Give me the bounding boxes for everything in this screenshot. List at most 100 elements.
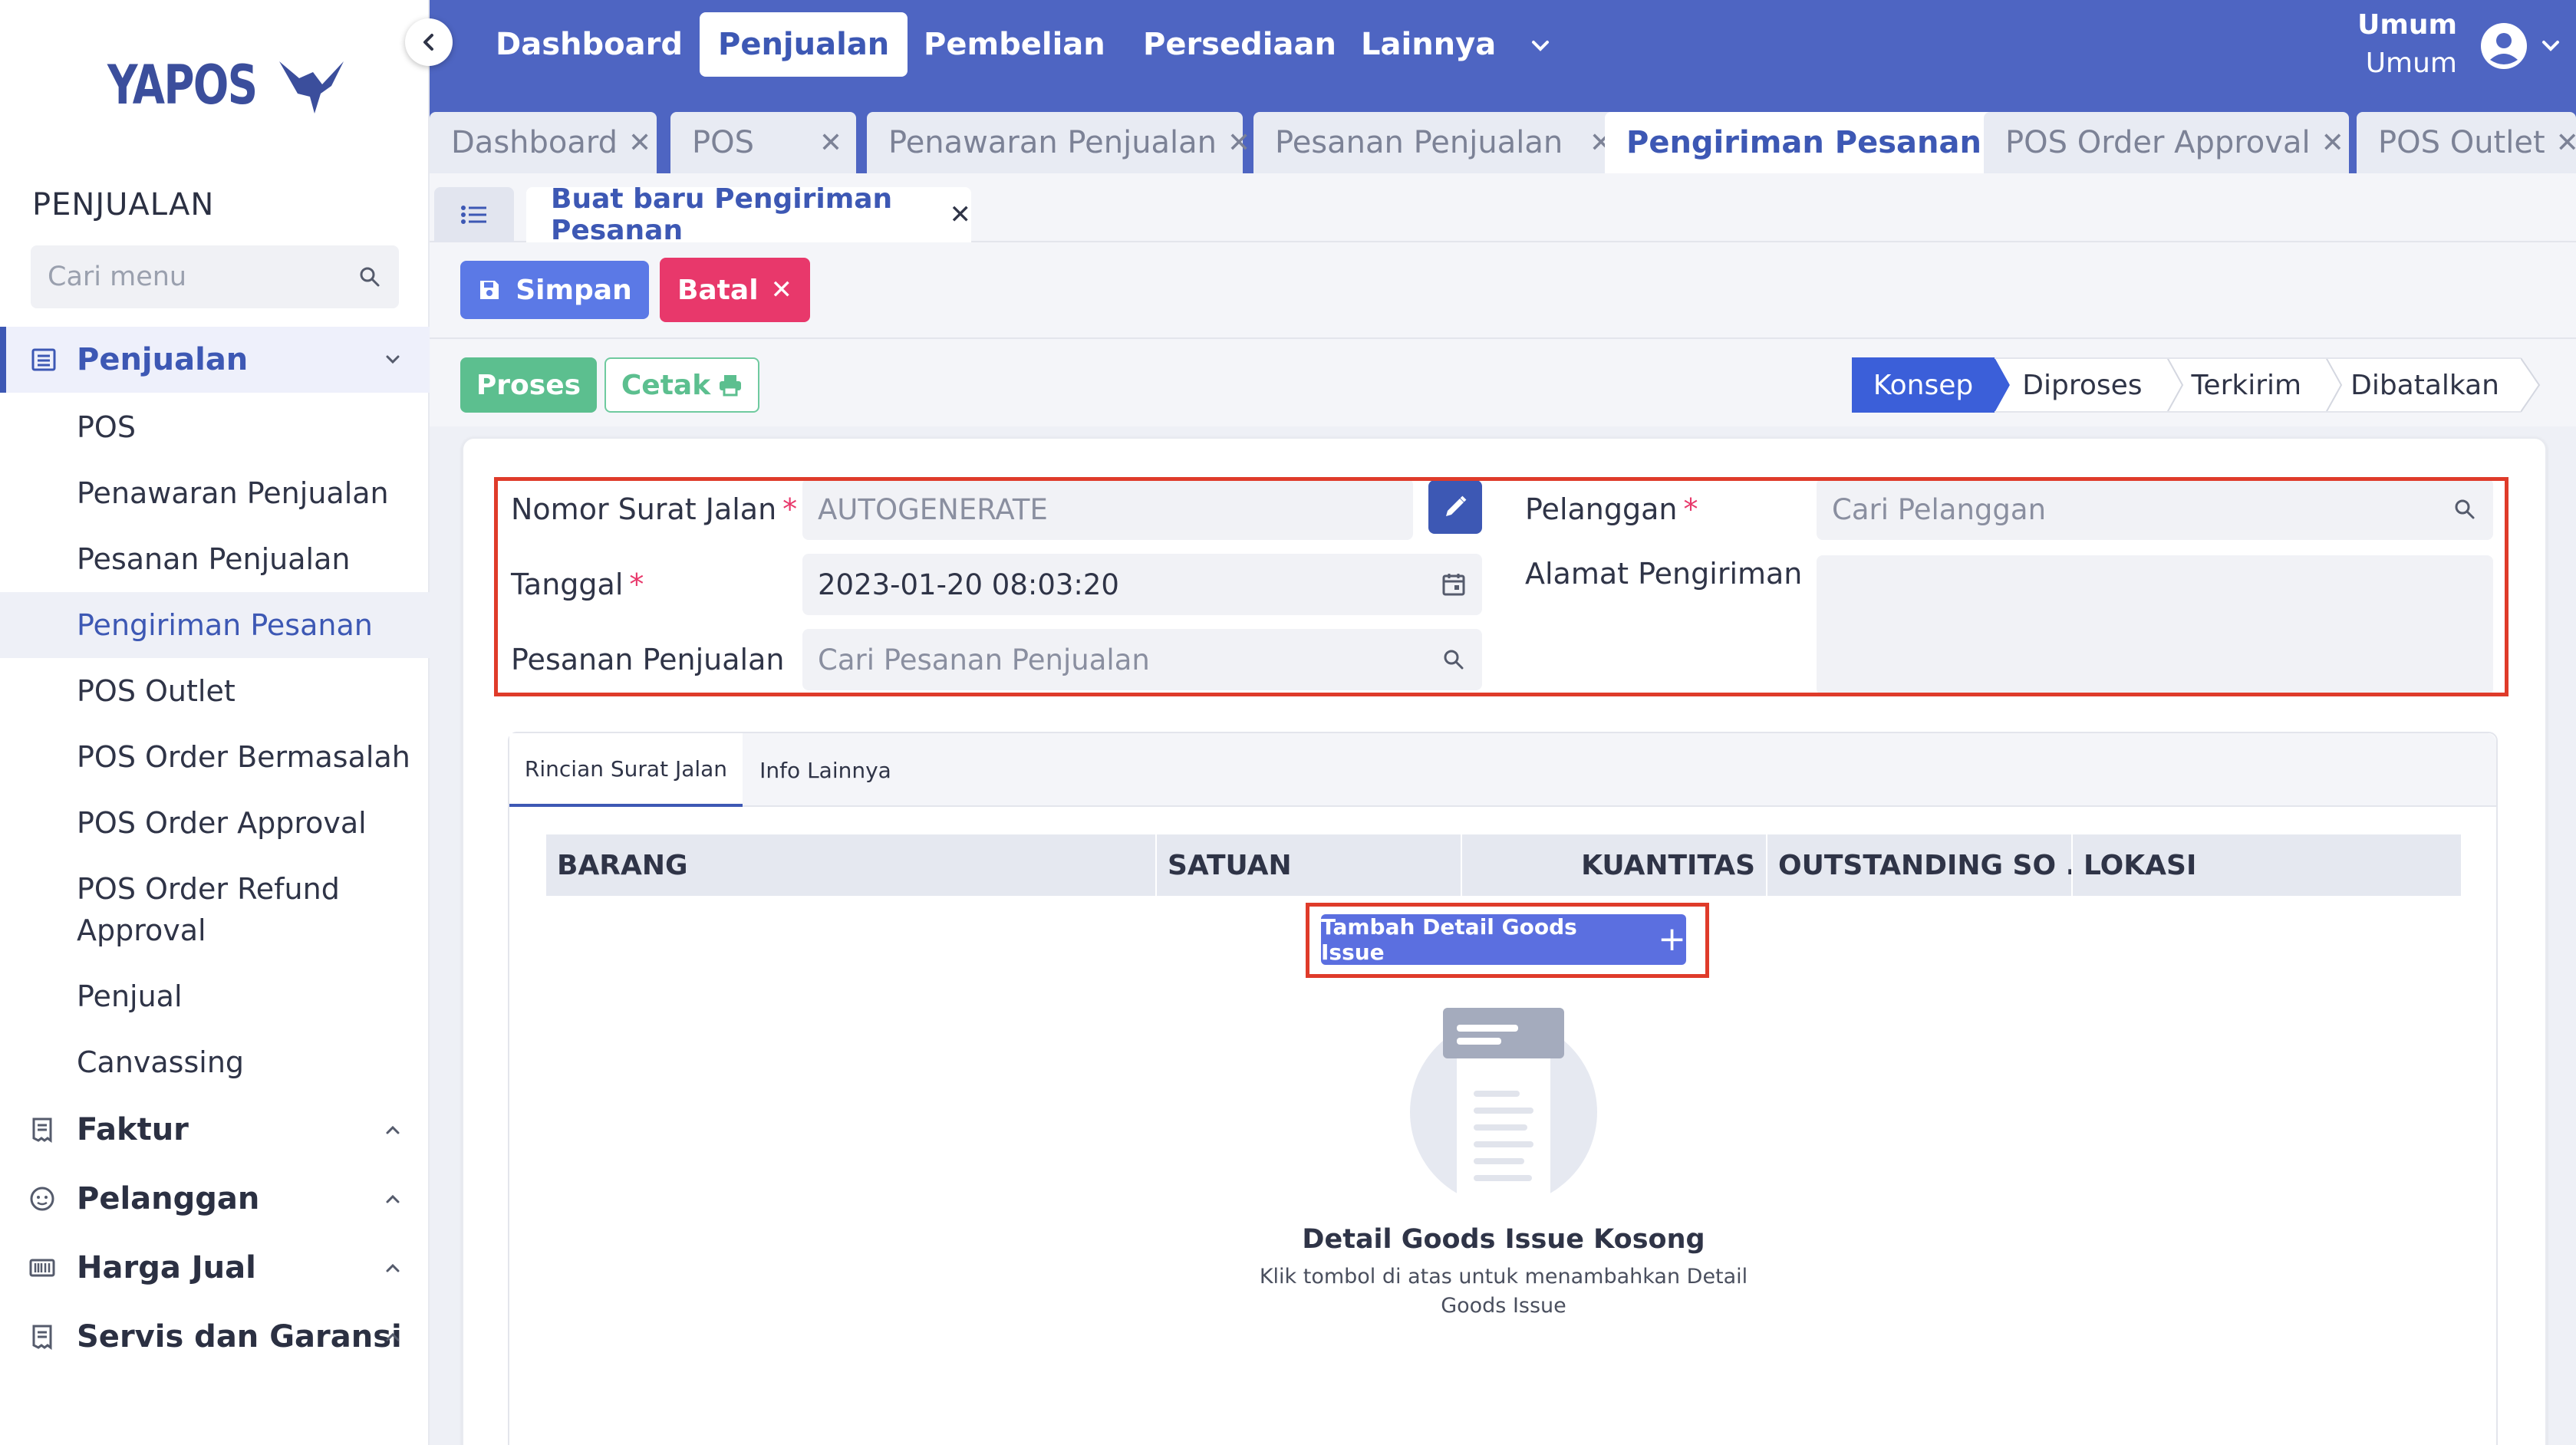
tanggal-field[interactable]: 2023-01-20 08:03:20 <box>802 554 1482 615</box>
edit-number-button[interactable] <box>1428 480 1482 534</box>
status-step-terkirim: Terkirim <box>2191 357 2324 413</box>
close-icon[interactable]: ✕ <box>1227 127 1250 159</box>
pelanggan-placeholder: Cari Pelanggan <box>1832 492 2047 526</box>
tab-pos-outlet[interactable]: POS Outlet ✕ <box>2357 112 2576 173</box>
calendar-icon[interactable] <box>1441 571 1467 597</box>
column-header-satuan: SATUAN <box>1157 834 1462 896</box>
alamat-pengiriman-textarea[interactable] <box>1817 555 2493 695</box>
topnav-dashboard[interactable]: Dashboard <box>477 12 701 77</box>
sidebar-item-penawaran-penjualan[interactable]: Penawaran Penjualan <box>0 472 430 514</box>
collapse-sidebar-button[interactable] <box>405 18 453 66</box>
empty-state-description: Klik tombol di atas untuk menambahkan De… <box>1259 1265 1748 1318</box>
sidebar-group-servis-dan-garansi[interactable]: Servis dan Garansi <box>0 1304 430 1370</box>
pesanan-penjualan-label: Pesanan Penjualan <box>511 643 785 676</box>
page-tab-strip: Dashboard ✕ POS ✕ Penawaran Penjualan ✕ … <box>430 92 2576 173</box>
nomor-surat-jalan-field[interactable]: AUTOGENERATE <box>802 479 1413 540</box>
sidebar-item-pos-order-bermasalah[interactable]: POS Order Bermasalah <box>0 736 430 778</box>
search-icon[interactable] <box>2452 496 2478 522</box>
yapos-logo[interactable]: YAPOS <box>107 54 347 117</box>
chevron-down-icon[interactable] <box>1527 32 1554 60</box>
close-icon[interactable]: ✕ <box>2321 127 2344 159</box>
add-detail-goods-issue-button[interactable]: Tambah Detail Goods Issue + <box>1321 914 1686 965</box>
detail-tabs: Rincian Surat Jalan Info Lainnya <box>509 733 2496 807</box>
sidebar-item-pos-outlet[interactable]: POS Outlet <box>0 670 430 712</box>
tab-rincian-surat-jalan[interactable]: Rincian Surat Jalan <box>509 733 743 807</box>
chevron-down-icon[interactable] <box>2538 32 2564 58</box>
save-button[interactable]: Simpan <box>460 261 649 319</box>
document-tab[interactable]: Buat baru Pengiriman Pesanan ✕ <box>526 183 972 246</box>
chevron-left-icon <box>423 34 433 51</box>
sidebar-item-penjual[interactable]: Penjual <box>0 976 430 1017</box>
chevron-up-icon <box>386 1332 400 1341</box>
column-header-lokasi: LOKASI <box>2084 849 2197 881</box>
tab-penawaran-penjualan[interactable]: Penawaran Penjualan ✕ <box>867 112 1250 173</box>
close-icon: ✕ <box>770 275 793 305</box>
topnav-pembelian[interactable]: Pembelian <box>905 12 1124 77</box>
print-button[interactable]: Cetak <box>604 357 759 413</box>
process-button[interactable]: Proses <box>460 357 597 413</box>
pencil-icon <box>1446 495 1467 516</box>
face-icon <box>30 1187 54 1211</box>
user-role[interactable]: Umum <box>2366 44 2457 83</box>
close-icon[interactable]: ✕ <box>2556 127 2576 159</box>
topnav-persediaan[interactable]: Persediaan <box>1125 12 1355 77</box>
plus-icon: + <box>1658 920 1686 959</box>
close-icon[interactable]: ✕ <box>950 199 972 230</box>
sidebar-group-pelanggan[interactable]: Pelanggan <box>0 1166 430 1232</box>
list-view-button[interactable] <box>434 187 514 242</box>
tab-label: Dashboard <box>451 125 618 160</box>
tab-pos[interactable]: POS ✕ <box>670 112 856 173</box>
avatar-icon[interactable] <box>2479 21 2528 71</box>
pelanggan-search-field[interactable]: Cari Pelanggan <box>1817 479 2493 540</box>
cancel-button[interactable]: Batal ✕ <box>660 258 810 322</box>
sidebar-group-harga-jual[interactable]: Harga Jual <box>0 1235 430 1301</box>
sidebar-item-pesanan-penjualan[interactable]: Pesanan Penjualan <box>0 538 430 580</box>
tab-label: Pengiriman Pesanan <box>1626 125 1981 160</box>
close-icon[interactable]: ✕ <box>819 127 842 159</box>
pesanan-penjualan-search-field[interactable]: Cari Pesanan Penjualan <box>802 629 1482 690</box>
status-step-diproses: Diproses <box>2022 357 2164 413</box>
sidebar-item-canvassing[interactable]: Canvassing <box>0 1042 430 1083</box>
tanggal-label: Tanggal * <box>511 568 644 601</box>
print-label: Cetak <box>621 369 711 401</box>
chevron-up-icon <box>386 1263 400 1272</box>
nomor-surat-jalan-value: AUTOGENERATE <box>818 492 1048 526</box>
alamat-pengiriman-label: Alamat Pengiriman <box>1525 557 1803 591</box>
search-icon[interactable] <box>1441 647 1467 673</box>
sidebar-item-pos[interactable]: POS <box>0 407 430 448</box>
tab-label: Pesanan Penjualan <box>1275 125 1563 160</box>
sidebar-group-label: Servis dan Garansi <box>77 1319 402 1354</box>
sidebar-group-faktur[interactable]: Faktur <box>0 1097 430 1163</box>
sidebar-group-label: Penjualan <box>77 342 249 377</box>
tab-pengiriman-pesanan[interactable]: Pengiriman Pesanan ✕ <box>1605 112 2015 173</box>
close-icon[interactable]: ✕ <box>628 127 651 159</box>
bird-logo-icon <box>279 61 344 114</box>
sidebar-group-penjualan[interactable]: Penjualan <box>0 327 430 393</box>
document-tab-label: Buat baru Pengiriman Pesanan <box>551 183 893 246</box>
tab-dashboard[interactable]: Dashboard ✕ <box>430 112 657 173</box>
sidebar-item-pos-order-approval[interactable]: POS Order Approval <box>0 802 430 844</box>
tab-info-lainnya[interactable]: Info Lainnya <box>743 733 908 807</box>
user-name[interactable]: Umum <box>2357 6 2457 44</box>
search-icon[interactable] <box>357 265 382 289</box>
sidebar-item-pos-order-refund[interactable]: POS Order Refund <box>0 868 430 910</box>
table-header: BARANG SATUAN KUANTITAS OUTSTANDING SO .… <box>546 834 2461 896</box>
process-label: Proses <box>476 369 581 401</box>
tab-label: POS <box>692 125 754 160</box>
status-steps: Konsep Diproses Terkirim Dibatalkan <box>1851 357 2548 413</box>
tab-pos-order-approval[interactable]: POS Order Approval ✕ <box>1984 112 2349 173</box>
sidebar-item-pos-order-refund-approval[interactable]: Approval <box>0 910 430 951</box>
nomor-surat-jalan-label: Nomor Surat Jalan * <box>511 492 798 526</box>
step-arrow <box>2163 357 2192 413</box>
sidebar-section-title: PENJUALAN <box>32 187 215 222</box>
topnav-lainnya[interactable]: Lainnya <box>1342 12 1514 77</box>
logo-text: YAPOS <box>107 54 258 117</box>
sidebar-item-pengiriman-pesanan[interactable]: Pengiriman Pesanan <box>0 592 430 658</box>
topnav-penjualan[interactable]: Penjualan <box>700 12 908 77</box>
sidebar: YAPOS PENJUALAN Cari menu Penjualan POS … <box>0 0 453 1445</box>
list-icon <box>461 206 486 224</box>
tab-pesanan-penjualan[interactable]: Pesanan Penjualan ✕ <box>1253 112 1626 173</box>
top-navbar: Dashboard Penjualan Pembelian Persediaan… <box>430 0 2576 92</box>
menu-search-input[interactable]: Cari menu <box>31 245 399 308</box>
empty-document-illustration <box>1410 1008 1597 1196</box>
